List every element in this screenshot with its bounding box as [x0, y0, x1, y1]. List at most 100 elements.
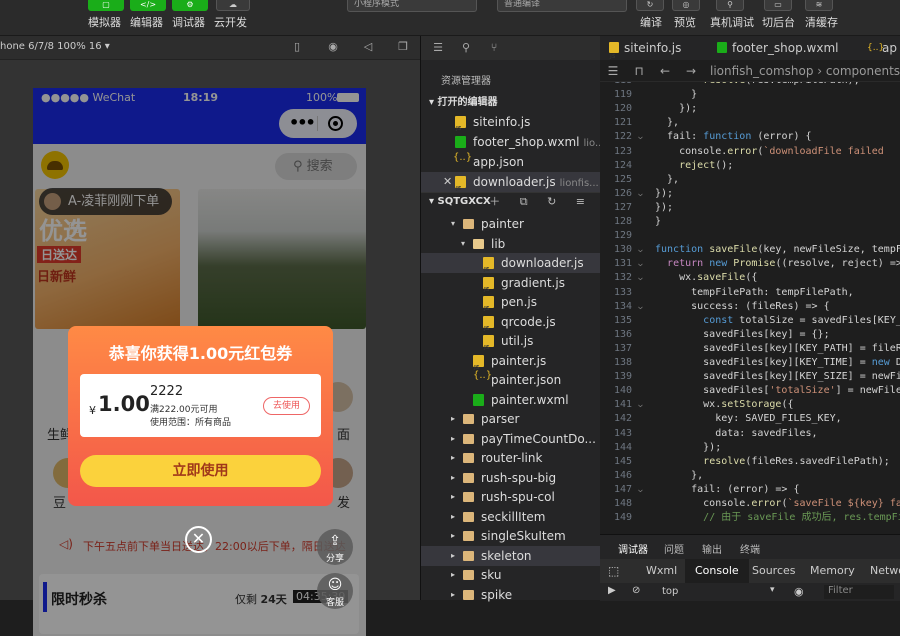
- background-icon[interactable]: ▭: [764, 0, 792, 11]
- eye-icon[interactable]: ◉: [794, 585, 804, 598]
- fold-chevron-icon[interactable]: ⌵: [638, 483, 643, 497]
- tree-folder[interactable]: ▸ spike: [421, 585, 601, 605]
- code-line[interactable]: 139 savedFiles[key][KEY_SIZE] = newFil: [600, 370, 900, 384]
- share-fab[interactable]: ⇪ 分享: [317, 529, 353, 565]
- compile-select[interactable]: 普通编译: [497, 0, 627, 12]
- tree-file[interactable]: {..} painter.json: [421, 370, 601, 390]
- phone-icon[interactable]: ▯: [290, 40, 304, 54]
- code-line[interactable]: 119 }: [600, 88, 900, 102]
- code-line[interactable]: 147 ⌵ fail: (error) => {: [600, 483, 900, 497]
- project-actions[interactable]: ＋ ⧉ ↻ ≡: [489, 193, 593, 211]
- tree-file[interactable]: qrcode.js: [421, 312, 601, 332]
- fold-chevron-icon[interactable]: ⌵: [638, 257, 643, 271]
- play-icon[interactable]: ▶: [608, 585, 616, 596]
- tree-folder[interactable]: ▾ lib: [421, 234, 601, 254]
- preview-icon[interactable]: ◎: [672, 0, 700, 11]
- code-line[interactable]: 148 console.error(`saveFile ${key} fai: [600, 497, 900, 511]
- chevron-right-icon[interactable]: ▸: [451, 546, 461, 566]
- use-now-button[interactable]: 立即使用: [80, 455, 321, 487]
- tree-file[interactable]: painter.wxml: [421, 390, 601, 410]
- code-line[interactable]: 129: [600, 229, 900, 243]
- code-line[interactable]: 124 reject();: [600, 159, 900, 173]
- code-line[interactable]: 146 },: [600, 469, 900, 483]
- source-control-icon[interactable]: ⑂: [487, 41, 501, 55]
- chevron-right-icon[interactable]: ▸: [451, 526, 461, 546]
- code-area[interactable]: 118 resolve(res.tempFilePath);119 }120 }…: [600, 82, 900, 534]
- tree-file[interactable]: painter.js: [421, 351, 601, 371]
- fold-chevron-icon[interactable]: ⌵: [638, 300, 643, 314]
- tree-folder[interactable]: ▸ rush-spu-col: [421, 487, 601, 507]
- tree-folder[interactable]: ▸ skeleton: [421, 545, 601, 566]
- code-line[interactable]: 121 },: [600, 116, 900, 130]
- dropdown-icon[interactable]: ▾: [770, 585, 775, 595]
- open-editors-header[interactable]: ▾ 打开的编辑器: [421, 94, 601, 112]
- context-select[interactable]: top: [662, 586, 678, 597]
- code-line[interactable]: 142 key: SAVED_FILES_KEY,: [600, 412, 900, 426]
- code-line[interactable]: 118 resolve(res.tempFilePath);: [600, 82, 900, 88]
- tree-folder[interactable]: ▾ painter: [421, 214, 601, 234]
- list-icon[interactable]: ☰: [606, 64, 620, 78]
- code-line[interactable]: 144 });: [600, 441, 900, 455]
- code-line[interactable]: 140 savedFiles['totalSize'] = newFileS: [600, 384, 900, 398]
- open-editor-item[interactable]: footer_shop.wxmllio...: [421, 132, 601, 152]
- tree-file[interactable]: downloader.js: [421, 253, 601, 273]
- use-coupon-button[interactable]: 去使用: [263, 397, 310, 415]
- subtab-wxml[interactable]: Wxml: [646, 559, 677, 583]
- chevron-right-icon[interactable]: ▸: [451, 409, 461, 429]
- remote-debug-icon[interactable]: ⚲: [716, 0, 744, 11]
- devtools-tab-problems[interactable]: 问题: [664, 541, 684, 556]
- chevron-right-icon[interactable]: ▸: [451, 468, 461, 488]
- chevron-right-icon[interactable]: ▸: [451, 585, 461, 605]
- subtab-memory[interactable]: Memory: [810, 559, 855, 583]
- fold-chevron-icon[interactable]: ⌵: [638, 271, 643, 285]
- simulator-toggle-button[interactable]: ▢: [88, 0, 124, 11]
- code-line[interactable]: 131 ⌵ return new Promise((resolve, reject…: [600, 257, 900, 271]
- editor-tab[interactable]: siteinfo.js: [600, 36, 700, 69]
- code-line[interactable]: 138 savedFiles[key][KEY_TIME] = new Da: [600, 356, 900, 370]
- code-line[interactable]: 128}: [600, 215, 900, 229]
- devtools-tab-debugger[interactable]: 调试器: [618, 541, 648, 556]
- back-icon[interactable]: ←: [658, 64, 672, 78]
- chevron-right-icon[interactable]: ▸: [451, 565, 461, 585]
- device-select[interactable]: hone 6/7/8 100% 16 ▾: [0, 41, 110, 52]
- cloud-dev-button[interactable]: ☁: [216, 0, 250, 11]
- open-editor-item-active[interactable]: ✕downloader.jslionfis...: [421, 172, 601, 192]
- window-icon[interactable]: ❐: [396, 40, 410, 54]
- code-line[interactable]: 149 // 由于 saveFile 成功后, res.tempFi: [600, 511, 900, 525]
- subtab-network[interactable]: Netwo: [870, 559, 900, 583]
- filter-input[interactable]: Filter: [824, 585, 894, 599]
- debugger-toggle-button[interactable]: ⚙: [172, 0, 208, 11]
- code-line[interactable]: 122 ⌵ fail: function (error) {: [600, 130, 900, 144]
- fold-chevron-icon[interactable]: ⌵: [638, 187, 643, 201]
- subtab-console[interactable]: Console: [685, 559, 749, 583]
- code-line[interactable]: 126 ⌵});: [600, 187, 900, 201]
- project-header[interactable]: ▾ SQTGXCX ＋ ⧉ ↻ ≡: [421, 192, 601, 210]
- close-popup-icon[interactable]: ✕: [185, 526, 212, 553]
- fold-chevron-icon[interactable]: ⌵: [638, 243, 643, 257]
- tree-folder[interactable]: ▸ sku: [421, 565, 601, 585]
- tree-folder[interactable]: ▸ payTimeCountDo...: [421, 429, 601, 449]
- code-line[interactable]: 134 ⌵ success: (fileRes) => {: [600, 300, 900, 314]
- tree-file[interactable]: pen.js: [421, 292, 601, 312]
- tree-folder[interactable]: ▸ seckillItem: [421, 507, 601, 527]
- bookmark-icon[interactable]: ⊓: [632, 64, 646, 78]
- code-line[interactable]: 127});: [600, 201, 900, 215]
- clear-cache-icon[interactable]: ≋: [805, 0, 833, 11]
- tree-folder[interactable]: ▸ parser: [421, 409, 601, 429]
- tree-file[interactable]: gradient.js: [421, 273, 601, 293]
- chevron-right-icon[interactable]: ▸: [451, 487, 461, 507]
- chevron-right-icon[interactable]: ▸: [451, 429, 461, 449]
- code-line[interactable]: 132 ⌵ wx.saveFile({: [600, 271, 900, 285]
- code-line[interactable]: 125 },: [600, 173, 900, 187]
- search-icon[interactable]: ⚲: [459, 41, 473, 55]
- editor-tab[interactable]: footer_shop.wxml: [708, 36, 858, 60]
- mode-select[interactable]: 小程序模式: [347, 0, 477, 12]
- record-icon[interactable]: ◉: [326, 40, 340, 54]
- chevron-down-icon[interactable]: ▾: [461, 234, 471, 254]
- tree-file[interactable]: util.js: [421, 331, 601, 351]
- forward-icon[interactable]: →: [684, 64, 698, 78]
- close-editor-icon[interactable]: ✕: [443, 172, 453, 192]
- code-line[interactable]: 130 ⌵ function saveFile(key, newFileSize, …: [600, 243, 900, 257]
- fold-chevron-icon[interactable]: ⌵: [638, 398, 643, 412]
- chevron-down-icon[interactable]: ▾: [451, 214, 461, 234]
